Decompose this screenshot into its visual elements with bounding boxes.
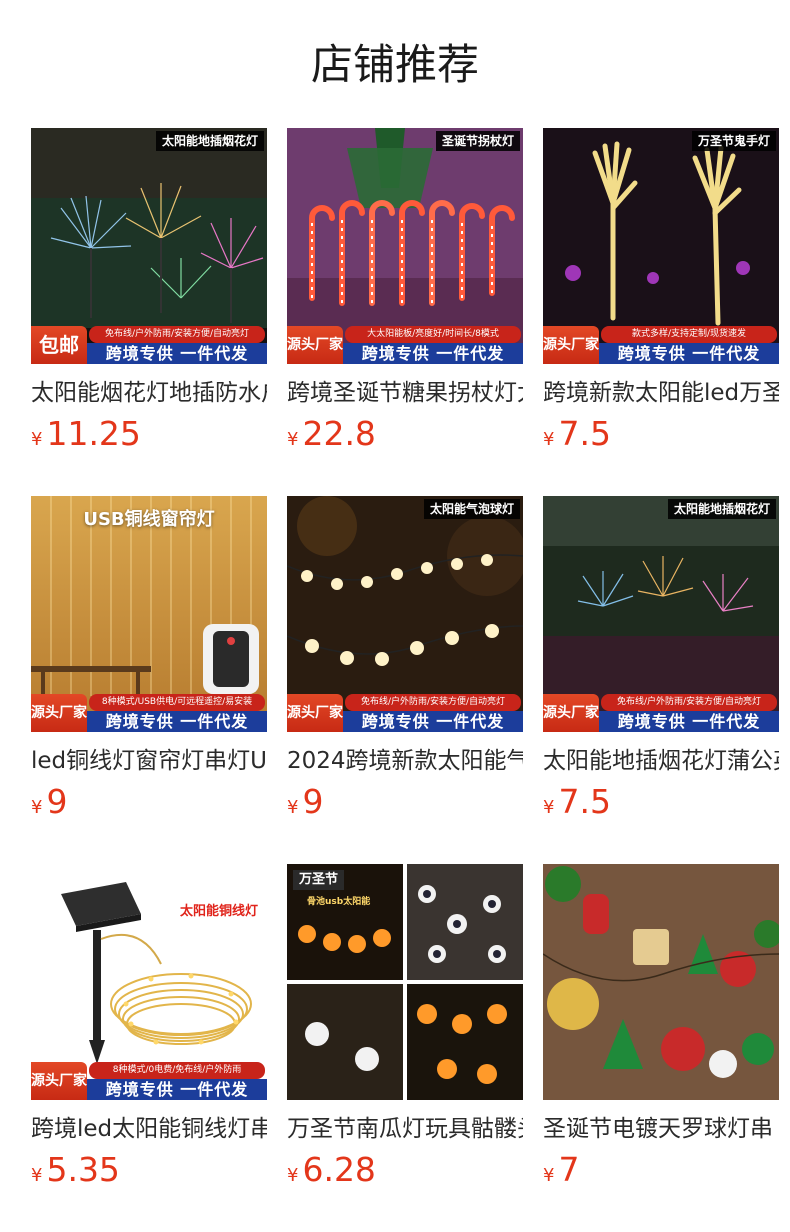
promo-banner: 源头厂家 8种模式/0电费/免布线/户外防雨 跨境专供 一件代发 — [31, 1062, 267, 1100]
banner-slogan: 跨境专供 一件代发 — [87, 343, 267, 364]
product-name[interactable]: 跨境圣诞节糖果拐杖灯太阳能插地灯 — [287, 378, 523, 408]
product-name[interactable]: 跨境led太阳能铜线灯串户外 — [31, 1114, 267, 1144]
promo-banner: 源头厂家 大太阳能板/亮度好/时间长/8模式 跨境专供 一件代发 — [287, 326, 523, 364]
product-image[interactable]: USB铜线窗帘灯 源头厂家 8种模式/USB供电/可远程遥控/易安装 跨境专供 … — [31, 496, 267, 732]
price-value: 22.8 — [302, 414, 376, 453]
product-name[interactable]: 跨境新款太阳能led万圣节鬼手灯 — [543, 378, 779, 408]
image-tag: 太阳能地插烟花灯 — [155, 131, 264, 151]
source-factory-badge: 源头厂家 — [543, 694, 599, 732]
banner-slogan: 跨境专供 一件代发 — [343, 343, 523, 364]
banner-slogan: 跨境专供 一件代发 — [87, 1079, 267, 1100]
product-image[interactable]: 太阳能气泡球灯 源头厂家 免布线/户外防雨/安装方便/自动亮灯 跨境专供 一件代… — [287, 496, 523, 732]
price-value: 7 — [558, 1150, 580, 1189]
product-name[interactable]: 2024跨境新款太阳能气泡球灯串 — [287, 746, 523, 776]
currency-symbol: ¥ — [287, 1165, 299, 1186]
product-card[interactable]: 太阳能地插烟花灯 源头厂家 免布线/户外防雨/安装方便/自动亮灯 跨境专供 一件… — [543, 496, 779, 820]
promo-banner: 源头厂家 款式多样/支持定制/现货速发 跨境专供 一件代发 — [543, 326, 779, 364]
product-price: ¥22.8 — [287, 416, 523, 452]
free-shipping-badge: 包邮 — [31, 326, 87, 364]
shop-recommend-page: 店铺推荐 太阳能地插烟花灯 包邮 免布线/户外防雨/安装方便/自动亮灯 跨境专供… — [0, 0, 790, 1232]
banner-slogan: 跨境专供 一件代发 — [599, 711, 779, 732]
product-price: ¥9 — [287, 784, 523, 820]
promo-banner: 包邮 免布线/户外防雨/安装方便/自动亮灯 跨境专供 一件代发 — [31, 326, 267, 364]
product-name[interactable]: 太阳能烟花灯地插防水户外庭院花园草坪灯 — [31, 378, 267, 408]
banner-features: 款式多样/支持定制/现货速发 — [601, 326, 777, 343]
product-image[interactable]: 太阳能地插烟花灯 源头厂家 免布线/户外防雨/安装方便/自动亮灯 跨境专供 一件… — [543, 496, 779, 732]
source-factory-badge: 源头厂家 — [543, 326, 599, 364]
product-card[interactable]: USB铜线窗帘灯 源头厂家 8种模式/USB供电/可远程遥控/易安装 跨境专供 … — [31, 496, 267, 820]
image-tag: USB铜线窗帘灯 — [83, 509, 215, 530]
product-price: ¥6.28 — [287, 1152, 523, 1188]
product-price: ¥7.5 — [543, 784, 779, 820]
product-image[interactable] — [543, 864, 779, 1100]
promo-banner: 源头厂家 8种模式/USB供电/可远程遥控/易安装 跨境专供 一件代发 — [31, 694, 267, 732]
product-name[interactable]: 圣诞节电镀天罗球灯串 — [543, 1114, 779, 1144]
banner-features: 8种模式/USB供电/可远程遥控/易安装 — [89, 694, 265, 711]
product-image[interactable]: 太阳能地插烟花灯 包邮 免布线/户外防雨/安装方便/自动亮灯 跨境专供 一件代发 — [31, 128, 267, 364]
image-tag: 太阳能地插烟花灯 — [667, 499, 776, 519]
image-tag: 万圣节 — [293, 870, 345, 890]
banner-slogan: 跨境专供 一件代发 — [599, 343, 779, 364]
price-value: 6.28 — [302, 1150, 376, 1189]
product-name[interactable]: led铜线灯窗帘灯串灯USB遥控 — [31, 746, 267, 776]
source-factory-badge: 源头厂家 — [31, 694, 87, 732]
currency-symbol: ¥ — [543, 797, 555, 818]
price-value: 9 — [46, 782, 68, 821]
product-name[interactable]: 太阳能地插烟花灯蒲公英灯 — [543, 746, 779, 776]
price-value: 9 — [302, 782, 324, 821]
product-image[interactable]: 圣诞节拐杖灯 源头厂家 大太阳能板/亮度好/时间长/8模式 跨境专供 一件代发 — [287, 128, 523, 364]
product-card[interactable]: 太阳能地插烟花灯 包邮 免布线/户外防雨/安装方便/自动亮灯 跨境专供 一件代发… — [31, 128, 267, 452]
product-grid: 太阳能地插烟花灯 包邮 免布线/户外防雨/安装方便/自动亮灯 跨境专供 一件代发… — [31, 128, 779, 1188]
product-price: ¥11.25 — [31, 416, 267, 452]
image-tag: 圣诞节拐杖灯 — [435, 131, 520, 151]
currency-symbol: ¥ — [543, 1165, 555, 1186]
product-card[interactable]: 圣诞节电镀天罗球灯串 ¥7 — [543, 864, 779, 1188]
image-tag: 太阳能铜线灯 — [179, 904, 258, 919]
banner-features: 8种模式/0电费/免布线/户外防雨 — [89, 1062, 265, 1079]
product-image[interactable]: 万圣节 骨池usb太阳能 — [287, 864, 523, 1100]
source-factory-badge: 源头厂家 — [287, 694, 343, 732]
banner-slogan: 跨境专供 一件代发 — [343, 711, 523, 732]
page-title: 店铺推荐 — [310, 40, 479, 89]
promo-banner: 源头厂家 免布线/户外防雨/安装方便/自动亮灯 跨境专供 一件代发 — [543, 694, 779, 732]
product-card[interactable]: 太阳能气泡球灯 源头厂家 免布线/户外防雨/安装方便/自动亮灯 跨境专供 一件代… — [287, 496, 523, 820]
product-card[interactable]: 万圣节鬼手灯 源头厂家 款式多样/支持定制/现货速发 跨境专供 一件代发 跨境新… — [543, 128, 779, 452]
currency-symbol: ¥ — [287, 797, 299, 818]
currency-symbol: ¥ — [543, 429, 555, 450]
currency-symbol: ¥ — [31, 1165, 43, 1186]
source-factory-badge: 源头厂家 — [287, 326, 343, 364]
banner-slogan: 跨境专供 一件代发 — [87, 711, 267, 732]
product-price: ¥7.5 — [543, 416, 779, 452]
product-price: ¥9 — [31, 784, 267, 820]
price-value: 5.35 — [46, 1150, 120, 1189]
price-value: 11.25 — [46, 414, 141, 453]
banner-features: 免布线/户外防雨/安装方便/自动亮灯 — [89, 326, 265, 343]
currency-symbol: ¥ — [31, 429, 43, 450]
product-name[interactable]: 万圣节南瓜灯玩具骷髅头灯串 — [287, 1114, 523, 1144]
currency-symbol: ¥ — [287, 429, 299, 450]
source-factory-badge: 源头厂家 — [31, 1062, 87, 1100]
image-tag: 万圣节鬼手灯 — [691, 131, 776, 151]
banner-features: 免布线/户外防雨/安装方便/自动亮灯 — [601, 694, 777, 711]
product-card[interactable]: 太阳能铜线灯 源头厂家 8种模式/0电费/免布线/户外防雨 跨境专供 一件代发 … — [31, 864, 267, 1188]
price-value: 7.5 — [558, 782, 611, 821]
currency-symbol: ¥ — [31, 797, 43, 818]
product-price: ¥7 — [543, 1152, 779, 1188]
product-card[interactable]: 圣诞节拐杖灯 源头厂家 大太阳能板/亮度好/时间长/8模式 跨境专供 一件代发 … — [287, 128, 523, 452]
product-card[interactable]: 万圣节 骨池usb太阳能 万圣节南瓜灯玩具骷髅头灯串 ¥6.28 — [287, 864, 523, 1188]
price-value: 7.5 — [558, 414, 611, 453]
product-price: ¥5.35 — [31, 1152, 267, 1188]
image-tag: 太阳能气泡球灯 — [423, 499, 520, 519]
promo-banner: 源头厂家 免布线/户外防雨/安装方便/自动亮灯 跨境专供 一件代发 — [287, 694, 523, 732]
banner-features: 大太阳能板/亮度好/时间长/8模式 — [345, 326, 521, 343]
product-image[interactable]: 万圣节鬼手灯 源头厂家 款式多样/支持定制/现货速发 跨境专供 一件代发 — [543, 128, 779, 364]
product-image[interactable]: 太阳能铜线灯 源头厂家 8种模式/0电费/免布线/户外防雨 跨境专供 一件代发 — [31, 864, 267, 1100]
image-subtag: 骨池usb太阳能 — [307, 897, 371, 907]
banner-features: 免布线/户外防雨/安装方便/自动亮灯 — [345, 694, 521, 711]
